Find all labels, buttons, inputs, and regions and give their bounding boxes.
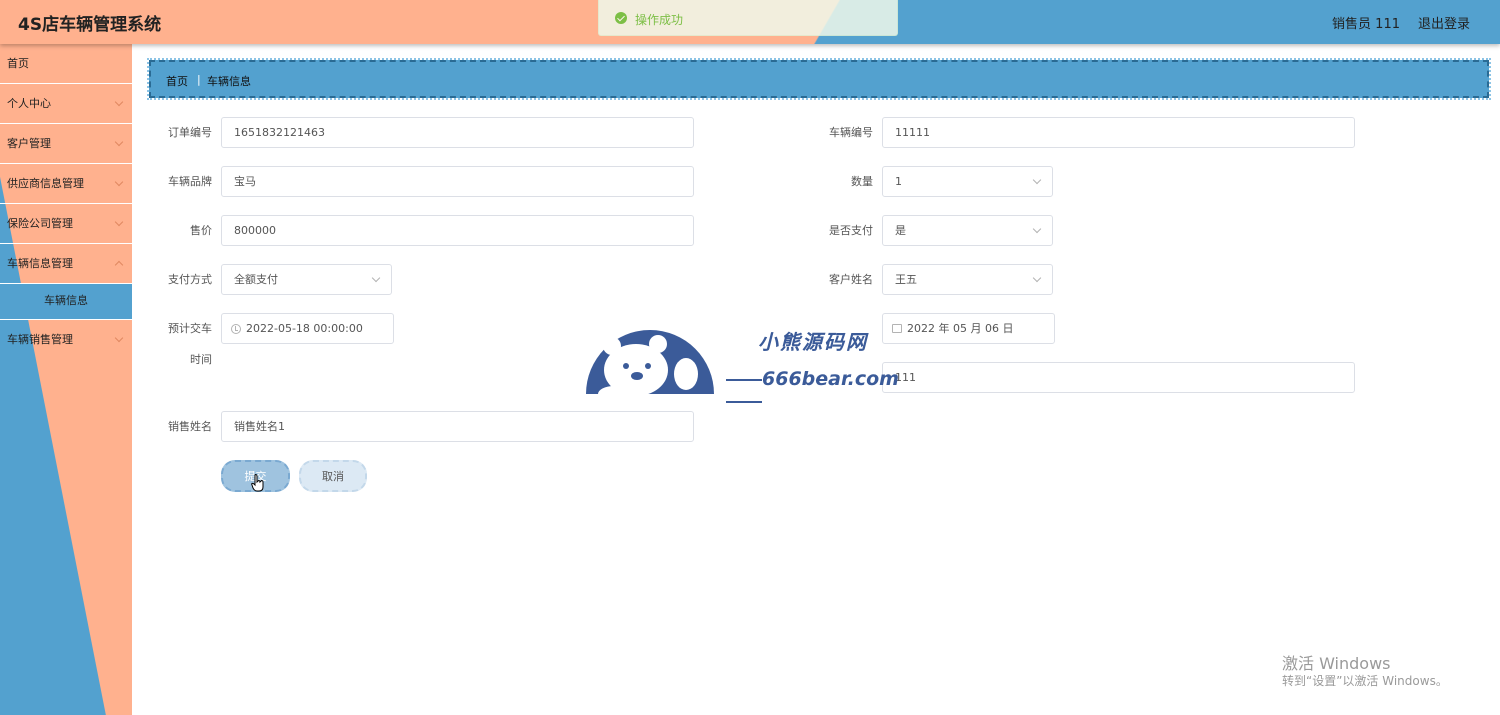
price-input[interactable]: 800000 <box>221 215 694 246</box>
chevron-down-icon <box>114 97 124 107</box>
brand-label: 车辆品牌 <box>168 175 212 188</box>
quantity-label: 数量 <box>851 175 873 188</box>
bear-logo-icon <box>586 330 714 402</box>
success-check-icon <box>615 12 627 24</box>
sidebar-item-label: 客户管理 <box>7 137 51 150</box>
chevron-down-icon <box>371 273 381 283</box>
sidebar-item-label: 保险公司管理 <box>7 217 73 230</box>
chevron-down-icon <box>114 137 124 147</box>
delivery-time-value: 2022-05-18 00:00:00 <box>246 322 363 335</box>
vehicle-no-input[interactable]: 11111 <box>882 117 1355 148</box>
sidebar-item-label: 个人中心 <box>7 97 51 110</box>
chevron-down-icon <box>1032 273 1042 283</box>
pay-method-select[interactable]: 全额支付 <box>221 264 392 295</box>
quantity-select[interactable]: 1 <box>882 166 1053 197</box>
sidebar-item-customer-management[interactable]: 客户管理 <box>0 124 132 164</box>
sidebar-item-label: 车辆销售管理 <box>7 333 73 346</box>
cancel-button[interactable]: 取消 <box>299 460 367 492</box>
sidebar-item-personal-center[interactable]: 个人中心 <box>0 84 132 124</box>
breadcrumb-separator: | <box>197 73 201 86</box>
customer-name-select[interactable]: 王五 <box>882 264 1053 295</box>
chevron-down-icon <box>1032 175 1042 185</box>
watermark: 小熊源码网 666bear.com <box>586 318 916 404</box>
quantity-value: 1 <box>895 175 902 188</box>
paid-select[interactable]: 是 <box>882 215 1053 246</box>
brand-input[interactable]: 宝马 <box>221 166 694 197</box>
date-value: 2022 年 05 月 06 日 <box>907 322 1014 335</box>
sales-name-input[interactable]: 销售姓名1 <box>221 411 694 442</box>
breadcrumb-current: 车辆信息 <box>207 75 251 88</box>
toast-message: 操作成功 <box>635 13 684 27</box>
windows-activation-hint: 转到“设置”以激活 Windows。 <box>1282 674 1448 688</box>
sidebar: 首页 个人中心 客户管理 供应商信息管理 保险公司管理 车辆信息管理 车辆信息 … <box>0 44 132 715</box>
salesperson-no-input[interactable]: 111 <box>882 362 1355 393</box>
windows-activation-title: 激活 Windows <box>1282 654 1391 673</box>
sidebar-item-label: 首页 <box>7 57 29 70</box>
breadcrumb: 首页 | 车辆信息 <box>147 58 1491 100</box>
order-no-input[interactable]: 1651832121463 <box>221 117 694 148</box>
paid-label: 是否支付 <box>829 224 873 237</box>
customer-name-value: 王五 <box>895 273 917 286</box>
sidebar-item-label: 车辆信息管理 <box>7 257 73 270</box>
sidebar-item-supplier-management[interactable]: 供应商信息管理 <box>0 164 132 204</box>
watermark-subtitle: 666bear.com <box>726 368 916 412</box>
chevron-down-icon <box>114 217 124 227</box>
success-toast: 操作成功 <box>598 0 898 36</box>
chevron-down-icon <box>114 177 124 187</box>
pay-method-label: 支付方式 <box>168 273 212 286</box>
price-label: 售价 <box>190 224 212 237</box>
app-title: 4S店车辆管理系统 <box>18 15 162 35</box>
delivery-time-label: 预计交车 <box>168 322 212 335</box>
sales-name-label: 销售姓名 <box>168 420 212 433</box>
chevron-up-icon <box>114 260 124 270</box>
delivery-time-label-line2: 时间 <box>190 353 212 366</box>
sidebar-item-label: 供应商信息管理 <box>7 177 84 190</box>
sidebar-item-insurance-management[interactable]: 保险公司管理 <box>0 204 132 244</box>
chevron-down-icon <box>114 333 124 343</box>
sidebar-subitem-vehicle-info[interactable]: 车辆信息 <box>0 284 132 320</box>
clock-icon <box>231 324 241 334</box>
pay-method-value: 全额支付 <box>234 273 278 286</box>
vehicle-no-label: 车辆编号 <box>829 126 873 139</box>
sidebar-item-home[interactable]: 首页 <box>0 44 132 84</box>
sidebar-item-vehicle-management[interactable]: 车辆信息管理 <box>0 244 132 284</box>
order-no-label: 订单编号 <box>168 126 212 139</box>
chevron-down-icon <box>1032 224 1042 234</box>
sidebar-item-vehicle-sales[interactable]: 车辆销售管理 <box>0 320 132 360</box>
customer-name-label: 客户姓名 <box>829 273 873 286</box>
paid-value: 是 <box>895 224 906 237</box>
breadcrumb-home[interactable]: 首页 <box>166 73 188 89</box>
delivery-time-picker[interactable]: 2022-05-18 00:00:00 <box>221 313 394 344</box>
current-user-label: 销售员 111 <box>1332 17 1400 32</box>
hand-cursor-icon <box>251 474 264 492</box>
sidebar-item-label: 车辆信息 <box>44 294 88 307</box>
watermark-title: 小熊源码网 <box>758 330 868 354</box>
logout-link[interactable]: 退出登录 <box>1418 13 1470 32</box>
